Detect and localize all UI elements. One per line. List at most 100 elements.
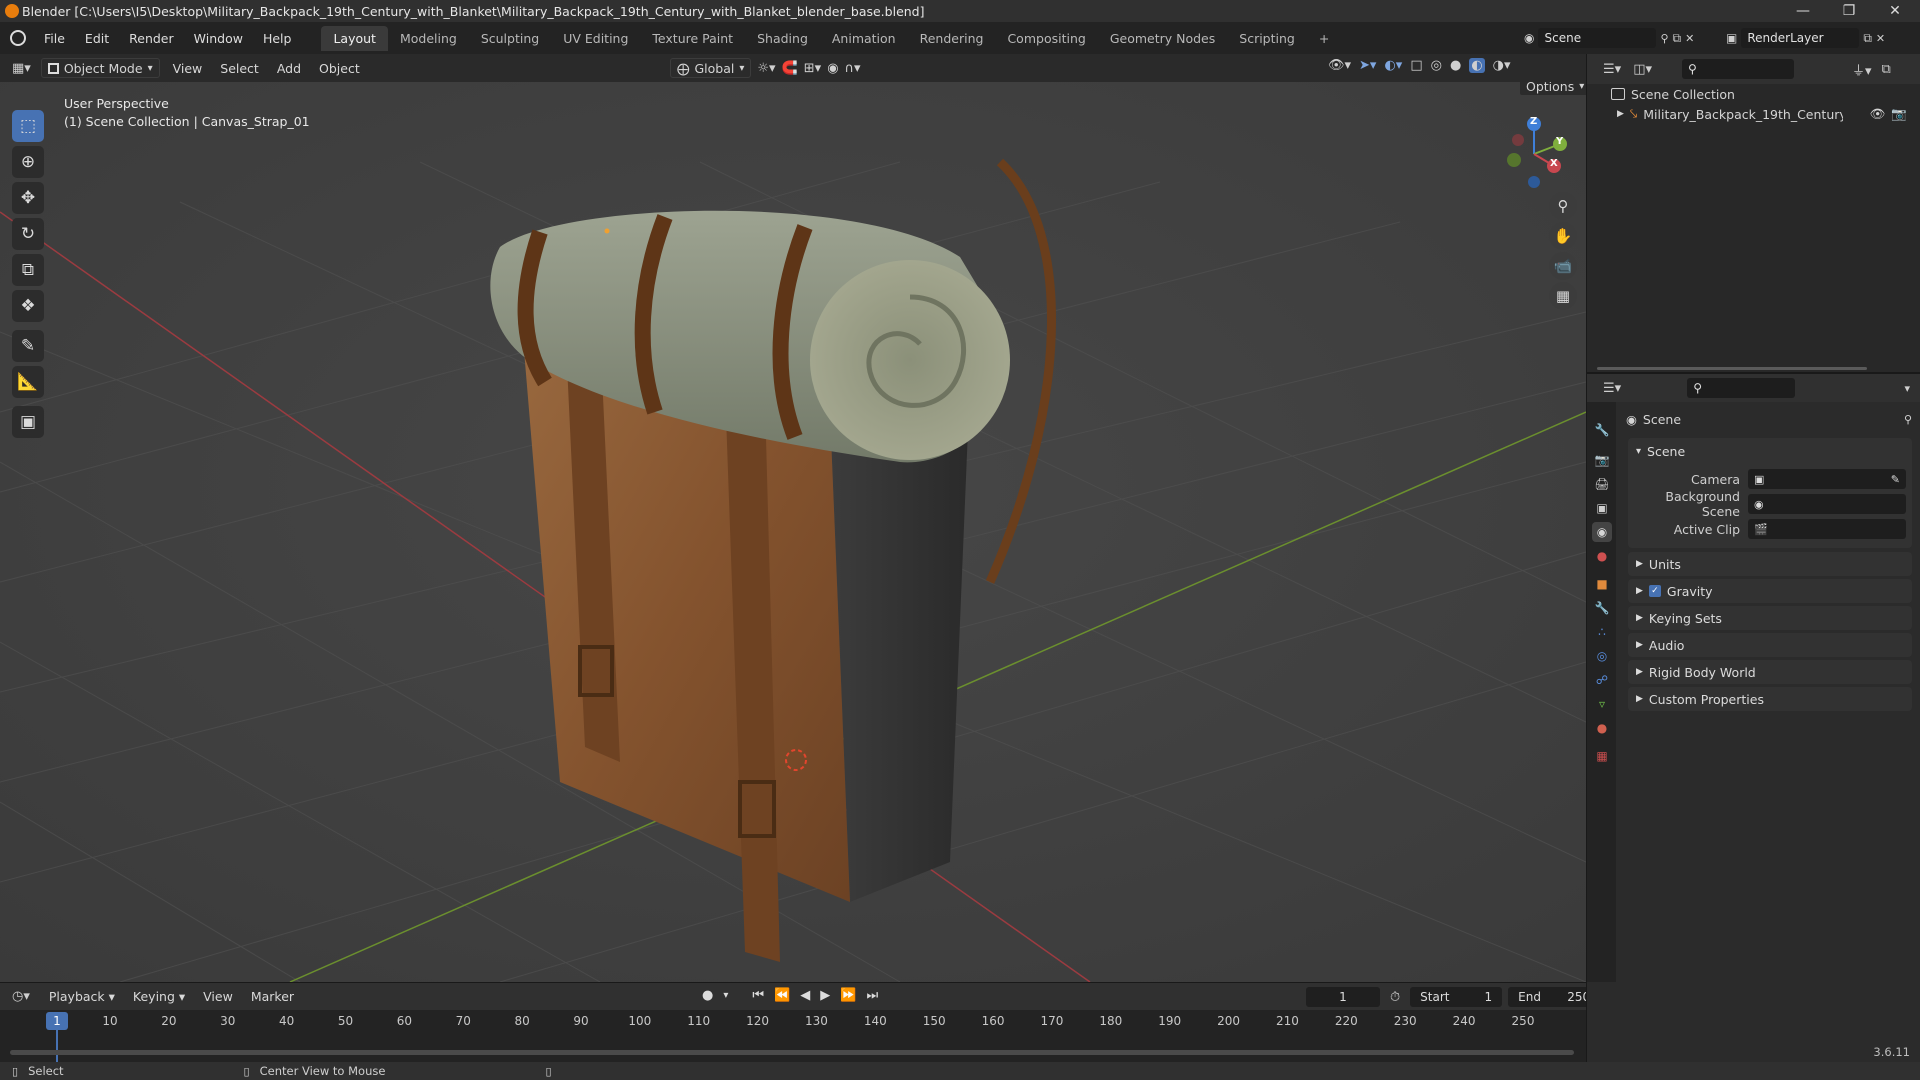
scene-tab-icon[interactable]: ◉ — [1592, 522, 1612, 542]
menu-render[interactable]: Render — [119, 31, 184, 46]
display-mode-icon[interactable]: ◫▾ — [1633, 62, 1652, 77]
viewport-canvas[interactable] — [0, 82, 1586, 982]
orientation-dropdown[interactable]: ⨁ Global ▾ — [670, 58, 752, 78]
camera-field[interactable]: ▣ ✎ — [1748, 469, 1906, 489]
rigid-body-world-panel[interactable]: ▶ Rigid Body World — [1628, 660, 1912, 684]
start-frame-field[interactable]: Start 1 — [1410, 987, 1503, 1007]
object-tab-icon[interactable]: ■ — [1592, 574, 1612, 594]
properties-search-input[interactable]: ⚲ — [1687, 378, 1796, 398]
menu-playback[interactable]: Playback ▾ — [40, 989, 124, 1004]
tab-animation[interactable]: Animation — [820, 26, 908, 51]
object-data-tab-icon[interactable]: ▿ — [1592, 694, 1612, 714]
menu-file[interactable]: File — [34, 31, 75, 46]
pan-hand-icon[interactable]: ✋ — [1549, 222, 1577, 250]
delete-viewlayer-icon[interactable]: ✕ — [1876, 32, 1885, 45]
tab-geometry-nodes[interactable]: Geometry Nodes — [1098, 26, 1227, 51]
visibility-icon[interactable]: 👁▾ — [1328, 58, 1351, 73]
material-tab-icon[interactable]: ● — [1592, 718, 1612, 738]
close-button[interactable]: ✕ — [1872, 0, 1918, 22]
editor-type-icon[interactable]: ▦▾ — [12, 61, 31, 76]
select-box-tool[interactable]: ⬚ — [12, 110, 44, 142]
rendered-shading-icon[interactable]: ◑▾ — [1493, 58, 1511, 73]
tab-rendering[interactable]: Rendering — [908, 26, 996, 51]
minimize-button[interactable]: — — [1780, 0, 1826, 22]
camera-view-icon[interactable]: 📹 — [1549, 252, 1577, 280]
world-tab-icon[interactable]: ● — [1592, 546, 1612, 566]
menu-keying[interactable]: Keying ▾ — [124, 989, 194, 1004]
expand-arrow-icon[interactable]: ▶ — [1617, 109, 1624, 119]
current-frame-field[interactable]: 1 — [1306, 987, 1380, 1007]
mode-dropdown[interactable]: Object Mode ▾ — [40, 58, 160, 78]
scene-selector[interactable]: Scene — [1538, 28, 1657, 48]
navigation-gizmo[interactable]: Z Y X — [1490, 112, 1570, 192]
overlays-icon[interactable]: ◐▾ — [1384, 58, 1402, 73]
active-clip-field[interactable]: 🎬 — [1748, 519, 1906, 539]
blender-menu-icon[interactable] — [10, 30, 26, 46]
tool-tab-icon[interactable]: 🔧 — [1592, 420, 1612, 440]
add-workspace-icon[interactable]: + — [1307, 26, 1341, 51]
pin-icon[interactable]: ⚲ — [1904, 413, 1912, 426]
render-camera-icon[interactable]: 📷 — [1891, 106, 1907, 122]
next-keyframe-icon[interactable]: ⏩ — [840, 988, 856, 1003]
outliner-item-row[interactable]: ▶ ⤥ Military_Backpack_19th_Century_with_… — [1617, 104, 1917, 124]
pivot-point-icon[interactable]: ☼▾ — [757, 61, 775, 76]
units-panel[interactable]: ▶ Units — [1628, 552, 1912, 576]
scene-panel-header[interactable]: ▾ Scene — [1628, 438, 1912, 464]
outliner-search-input[interactable]: ⚲ — [1682, 59, 1794, 79]
proportional-edit-icon[interactable]: ◉ — [827, 61, 838, 76]
clock-icon[interactable]: ⏱ — [1390, 990, 1400, 1005]
outliner-root-row[interactable]: Scene Collection — [1611, 84, 1735, 104]
eyedropper-icon[interactable]: ✎ — [1891, 473, 1900, 486]
prev-keyframe-icon[interactable]: ⏪ — [774, 988, 790, 1003]
eye-icon[interactable]: 👁 — [1870, 106, 1886, 122]
render-tab-icon[interactable]: 📷 — [1592, 450, 1612, 470]
texture-tab-icon[interactable]: ▦ — [1592, 746, 1612, 766]
measure-tool[interactable]: 📐 — [12, 366, 44, 398]
tab-sculpting[interactable]: Sculpting — [469, 26, 551, 51]
snap-icon[interactable]: 🧲 — [782, 61, 798, 76]
tab-layout[interactable]: Layout — [321, 25, 388, 51]
modifier-tab-icon[interactable]: 🔧 — [1592, 598, 1612, 618]
tab-shading[interactable]: Shading — [745, 26, 820, 51]
cursor-tool[interactable]: ⊕ — [12, 146, 44, 178]
timeline-scrollbar[interactable] — [10, 1050, 1574, 1055]
constraints-tab-icon[interactable]: ☍ — [1592, 670, 1612, 690]
keying-sets-panel[interactable]: ▶ Keying Sets — [1628, 606, 1912, 630]
play-reverse-icon[interactable]: ◀ — [800, 988, 810, 1003]
tab-uv-editing[interactable]: UV Editing — [551, 26, 640, 51]
outliner-scrollbar[interactable] — [1597, 367, 1867, 370]
play-icon[interactable]: ▶ — [820, 988, 830, 1003]
view-layer-tab-icon[interactable]: ▣ — [1592, 498, 1612, 518]
gizmo-toggle-icon[interactable]: ➤▾ — [1359, 58, 1376, 73]
zoom-icon[interactable]: ⚲ — [1549, 192, 1577, 220]
menu-marker[interactable]: Marker — [242, 989, 303, 1004]
menu-window[interactable]: Window — [184, 31, 253, 46]
move-tool[interactable]: ✥ — [12, 182, 44, 214]
material-shading-icon[interactable]: ◐ — [1469, 58, 1485, 73]
annotate-tool[interactable]: ✎ — [12, 330, 44, 362]
transform-tool[interactable]: ❖ — [12, 290, 44, 322]
menu-timeline-view[interactable]: View — [194, 989, 242, 1004]
tab-texture-paint[interactable]: Texture Paint — [640, 26, 745, 51]
frame-ruler[interactable]: 1 10 20 30 40 50 60 70 80 90 100 110 120 130 140 150 160… — [0, 1010, 1586, 1032]
menu-add[interactable]: Add — [268, 61, 310, 76]
jump-start-icon[interactable]: ⏮ — [752, 988, 764, 1003]
menu-view[interactable]: View — [164, 61, 212, 76]
falloff-icon[interactable]: ∩▾ — [845, 61, 861, 76]
xray-icon[interactable]: □ — [1410, 58, 1422, 73]
3d-viewport[interactable]: User Perspective (1) Scene Collection | … — [0, 82, 1586, 982]
snap-target-icon[interactable]: ⊞▾ — [804, 61, 821, 76]
new-viewlayer-icon[interactable]: ⧉ — [1863, 31, 1872, 46]
menu-select[interactable]: Select — [211, 61, 268, 76]
menu-object[interactable]: Object — [310, 61, 369, 76]
filter-icon[interactable]: ⏚▾ — [1852, 60, 1872, 79]
solid-shading-icon[interactable]: ● — [1450, 58, 1461, 73]
menu-help[interactable]: Help — [253, 31, 302, 46]
menu-edit[interactable]: Edit — [75, 31, 119, 46]
tab-modeling[interactable]: Modeling — [388, 26, 469, 51]
custom-properties-panel[interactable]: ▶ Custom Properties — [1628, 687, 1912, 711]
maximize-button[interactable]: ❐ — [1826, 0, 1872, 22]
jump-end-icon[interactable]: ⏭ — [866, 988, 878, 1003]
background-scene-field[interactable]: ◉ — [1748, 494, 1906, 514]
scale-tool[interactable]: ⧉ — [12, 254, 44, 286]
